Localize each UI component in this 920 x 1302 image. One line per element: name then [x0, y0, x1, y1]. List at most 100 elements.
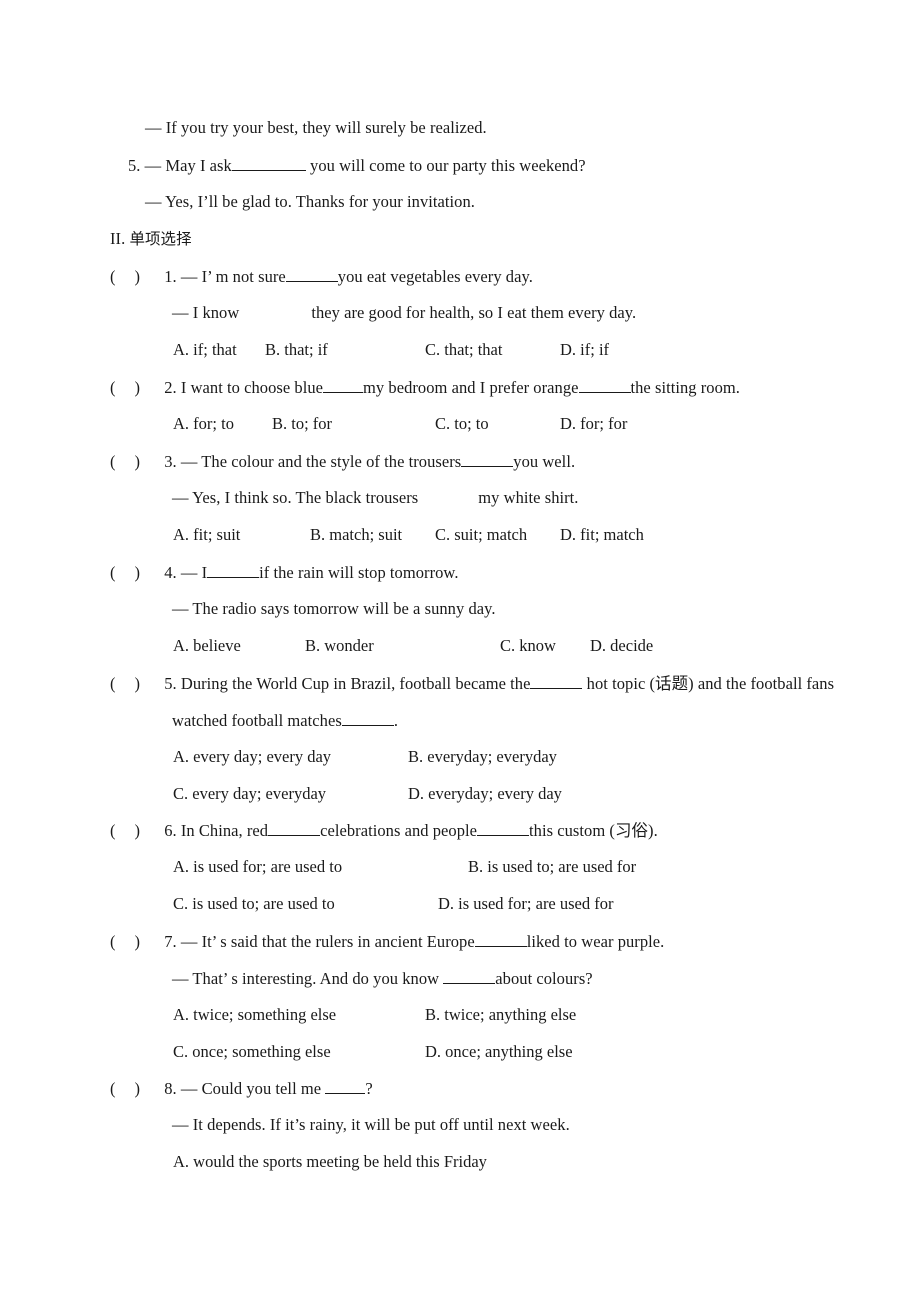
question-stem-part-a: — The colour and the style of the trouse… — [180, 452, 462, 472]
question-stem-part-b: celebrations and people — [320, 821, 478, 841]
option-5-c[interactable]: C. every day; everyday — [173, 784, 326, 804]
question-8-reply: — It depends. If it’s rainy, it will be … — [172, 1115, 570, 1134]
answer-bracket-5[interactable]: () — [110, 674, 160, 694]
question-stem-part-b: you well. — [513, 452, 576, 472]
option-4-d[interactable]: D. decide — [590, 636, 653, 656]
answer-blank[interactable] — [268, 820, 321, 837]
option-2-b[interactable]: B. to; for — [272, 414, 332, 434]
option-5-d[interactable]: D. everyday; every day — [408, 784, 562, 804]
question-stem-part-c: the sitting room. — [630, 378, 740, 398]
question-number: 5. — [164, 674, 177, 694]
section-heading: II. 单项选择 — [110, 229, 192, 249]
bracket-close: ) — [134, 378, 141, 398]
question-number: 4. — [164, 563, 177, 583]
reply-part-b: they are good for health, so I eat them … — [311, 303, 637, 322]
question-stem-part-b: ? — [365, 1079, 373, 1099]
option-8-a[interactable]: A. would the sports meeting be held this… — [173, 1152, 487, 1172]
bracket-close: ) — [134, 563, 141, 583]
option-3-c[interactable]: C. suit; match — [435, 525, 527, 545]
question-stem-part-b: my bedroom and I prefer orange — [363, 378, 579, 398]
option-6-a[interactable]: A. is used for; are used to — [173, 857, 342, 877]
question-row-7: () 7. — It’ s said that the rulers in an… — [110, 931, 664, 952]
option-1-a[interactable]: A. if; that — [173, 340, 237, 360]
option-7-d[interactable]: D. once; anything else — [425, 1042, 573, 1062]
answer-blank[interactable] — [207, 562, 260, 579]
question-stem-part-a: — Could you tell me — [180, 1079, 322, 1099]
bracket-open: ( — [110, 267, 116, 287]
bracket-open: ( — [110, 452, 116, 472]
answer-blank[interactable] — [341, 710, 394, 727]
option-3-a[interactable]: A. fit; suit — [173, 525, 240, 545]
answer-bracket-3[interactable]: () — [110, 452, 160, 472]
question-row-1: () 1. — I’ m not sure you eat vegetables … — [110, 266, 533, 287]
question-number: 1. — [164, 267, 177, 287]
option-7-a[interactable]: A. twice; something else — [173, 1005, 336, 1025]
reply-part-a: — I know — [172, 303, 240, 322]
question-4-reply: — The radio says tomorrow will be a sunn… — [172, 599, 496, 618]
answer-bracket-7[interactable]: () — [110, 932, 160, 952]
answer-blank[interactable] — [461, 451, 514, 468]
question-stem-continued-a: watched football matches — [172, 711, 342, 731]
option-5-a[interactable]: A. every day; every day — [173, 747, 331, 767]
answer-bracket-8[interactable]: () — [110, 1079, 160, 1099]
question-stem-part-b: if the rain will stop tomorrow. — [259, 563, 459, 583]
question-stem-part-b: hot topic (话题) and the football fans — [586, 674, 835, 694]
bracket-open: ( — [110, 1079, 116, 1099]
option-1-b[interactable]: B. that; if — [265, 340, 328, 360]
answer-bracket-1[interactable]: () — [110, 267, 160, 287]
question-stem-continued-b: . — [393, 711, 398, 731]
answer-blank[interactable] — [325, 1078, 366, 1095]
answer-blank[interactable] — [231, 155, 306, 172]
option-2-a[interactable]: A. for; to — [173, 414, 234, 434]
answer-blank[interactable] — [323, 377, 364, 394]
question-stem-part-a: I want to choose blue — [180, 378, 324, 398]
bracket-open: ( — [110, 563, 116, 583]
question-row-2: () 2. I want to choose blue my bedroom an… — [110, 377, 740, 398]
option-3-b[interactable]: B. match; suit — [310, 525, 402, 545]
question-stem-part-a: — I — [180, 563, 208, 583]
option-2-d[interactable]: D. for; for — [560, 414, 627, 434]
option-4-c[interactable]: C. know — [500, 636, 556, 656]
bracket-close: ) — [134, 267, 141, 287]
answer-blank[interactable] — [474, 931, 527, 948]
option-4-a[interactable]: A. believe — [173, 636, 241, 656]
bracket-open: ( — [110, 821, 116, 841]
bracket-close: ) — [134, 821, 141, 841]
carryover-question-5-reply: — Yes, I’ll be glad to. Thanks for your … — [145, 192, 475, 211]
answer-blank[interactable] — [530, 673, 583, 690]
question-1-reply: — I know they are good for health, so I e… — [172, 303, 636, 323]
answer-blank[interactable] — [285, 266, 338, 283]
question-stem-part-a: In China, red — [180, 821, 269, 841]
option-6-c[interactable]: C. is used to; are used to — [173, 894, 335, 914]
question-number: 6. — [164, 821, 177, 841]
question-5-stem-continued: watched football matches. — [172, 710, 398, 731]
question-row-8: () 8. — Could you tell me ? — [110, 1078, 373, 1099]
option-4-b[interactable]: B. wonder — [305, 636, 374, 656]
option-7-c[interactable]: C. once; something else — [173, 1042, 331, 1062]
option-1-d[interactable]: D. if; if — [560, 340, 609, 360]
answer-bracket-6[interactable]: () — [110, 821, 160, 841]
answer-blank[interactable] — [578, 377, 631, 394]
bracket-close: ) — [134, 932, 141, 952]
question-stem-part-b: you will come to our party this weekend? — [310, 156, 586, 176]
answer-blank[interactable] — [477, 820, 530, 837]
carryover-question-5: 5. — May I ask you will come to our part… — [128, 155, 586, 176]
question-number: 3. — [164, 452, 177, 472]
question-row-4: () 4. — I if the rain will stop tomorrow. — [110, 562, 459, 583]
answer-blank[interactable] — [443, 968, 496, 985]
carryover-previous-reply: — If you try your best, they will surely… — [145, 118, 487, 137]
option-1-c[interactable]: C. that; that — [425, 340, 502, 360]
option-3-d[interactable]: D. fit; match — [560, 525, 644, 545]
answer-bracket-4[interactable]: () — [110, 563, 160, 583]
question-number: 7. — [164, 932, 177, 952]
reply-part-b: my white shirt. — [478, 488, 579, 507]
option-5-b[interactable]: B. everyday; everyday — [408, 747, 557, 767]
section-label: II. — [110, 229, 126, 248]
option-7-b[interactable]: B. twice; anything else — [425, 1005, 576, 1025]
answer-bracket-2[interactable]: () — [110, 378, 160, 398]
bracket-close: ) — [134, 452, 141, 472]
option-2-c[interactable]: C. to; to — [435, 414, 489, 434]
question-3-reply: — Yes, I think so. The black trousers my … — [172, 488, 578, 508]
option-6-d[interactable]: D. is used for; are used for — [438, 894, 614, 914]
option-6-b[interactable]: B. is used to; are used for — [468, 857, 636, 877]
